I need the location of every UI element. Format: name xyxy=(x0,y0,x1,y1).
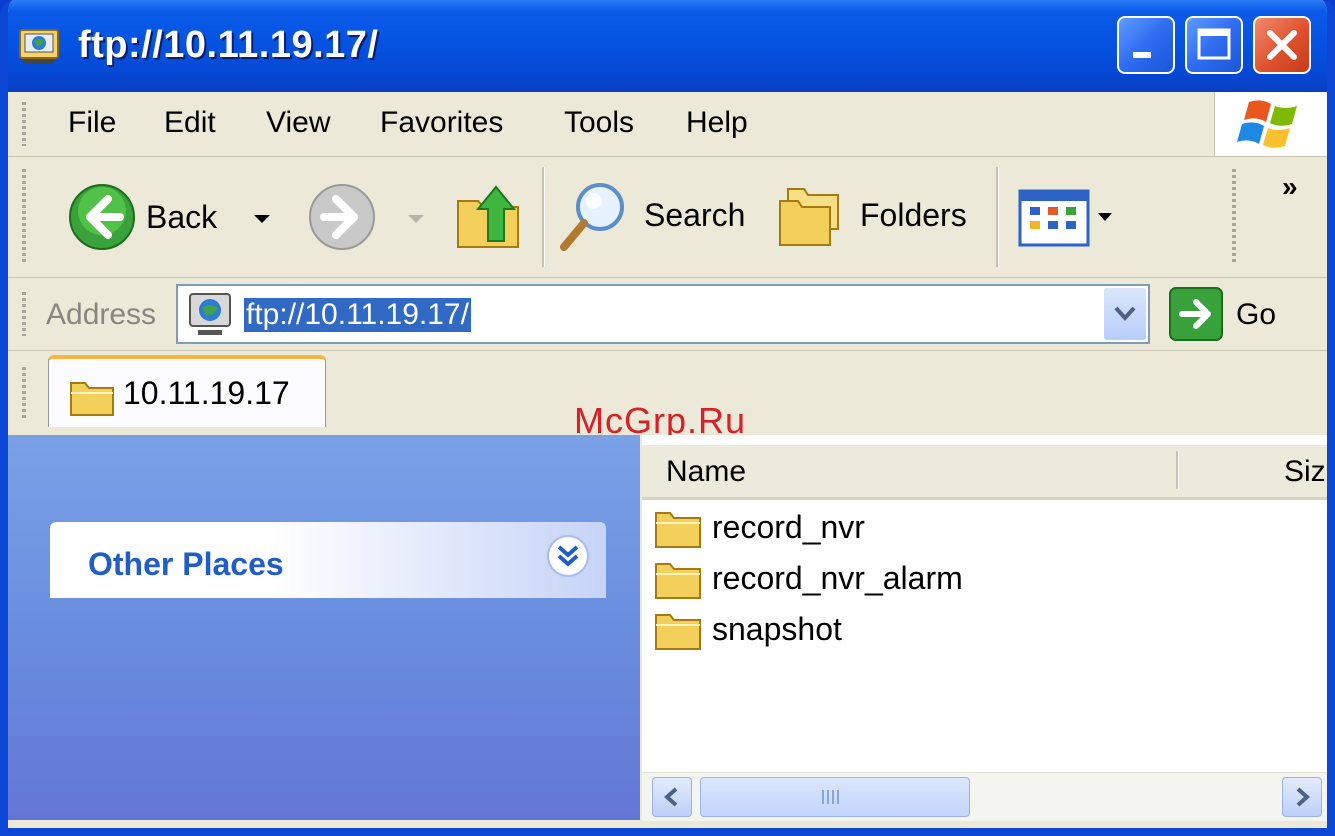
chevron-down-icon xyxy=(1114,306,1136,321)
menu-file[interactable]: File xyxy=(68,106,116,140)
chevron-double-down-icon[interactable] xyxy=(546,534,590,578)
address-bar: Address ftp://10.11.19.17/ Go xyxy=(8,278,1327,351)
task-pane: Other Places xyxy=(8,435,640,820)
folder-icon xyxy=(655,563,701,599)
tab-10-11-19-17[interactable]: 10.11.19.17 xyxy=(48,355,326,427)
ftp-site-icon xyxy=(189,293,231,335)
explorer-window: ftp://10.11.19.17/ File Edit View Favori… xyxy=(0,0,1335,836)
address-grip[interactable] xyxy=(22,292,26,336)
column-size-header[interactable]: Siz xyxy=(1284,455,1326,489)
forward-button[interactable] xyxy=(304,181,434,253)
windows-flag-icon xyxy=(1237,100,1297,148)
tab-label: 10.11.19.17 xyxy=(123,375,290,411)
toolbar-grip-2[interactable] xyxy=(1232,169,1236,265)
tab-grip[interactable] xyxy=(22,367,26,419)
close-button[interactable] xyxy=(1253,16,1311,74)
column-header: Name Siz xyxy=(642,445,1327,500)
folder-icon xyxy=(655,614,701,650)
search-icon xyxy=(560,183,624,251)
address-label: Address xyxy=(46,298,157,331)
folder-icon xyxy=(655,512,701,548)
folders-label: Folders xyxy=(860,197,967,233)
toolbar-overflow-chevron[interactable]: » xyxy=(1282,171,1298,203)
folders-button[interactable]: Folders xyxy=(776,179,976,255)
back-label: Back xyxy=(146,199,218,235)
views-icon xyxy=(1018,189,1112,247)
other-places-panel[interactable]: Other Places xyxy=(50,522,606,598)
back-arrow-icon xyxy=(69,184,135,250)
maximize-button[interactable] xyxy=(1185,16,1243,74)
menu-edit[interactable]: Edit xyxy=(164,106,216,140)
chevron-right-icon xyxy=(1296,787,1311,807)
folder-icon xyxy=(70,382,114,416)
address-dropdown-button[interactable] xyxy=(1104,288,1146,340)
file-name: record_nvr xyxy=(712,509,865,545)
menu-help[interactable]: Help xyxy=(686,106,748,140)
toolbar-grip[interactable] xyxy=(22,169,26,265)
go-arrow-icon xyxy=(1169,287,1223,341)
address-input[interactable]: ftp://10.11.19.17/ xyxy=(176,284,1150,344)
menu-favorites[interactable]: Favorites xyxy=(380,106,503,140)
folders-icon xyxy=(779,188,839,246)
toolbar-separator xyxy=(542,167,545,267)
up-folder-icon xyxy=(457,185,519,248)
minimize-icon xyxy=(1133,52,1151,58)
chevron-left-icon xyxy=(663,787,678,807)
address-text[interactable]: ftp://10.11.19.17/ xyxy=(244,298,471,332)
title-bar[interactable]: ftp://10.11.19.17/ xyxy=(8,0,1327,92)
back-dropdown-icon[interactable] xyxy=(252,209,272,229)
go-label: Go xyxy=(1236,298,1277,331)
back-button[interactable]: Back xyxy=(64,181,274,253)
horizontal-scrollbar[interactable] xyxy=(642,772,1327,821)
minimize-button[interactable] xyxy=(1117,16,1175,74)
column-divider[interactable] xyxy=(1176,451,1179,489)
other-places-title[interactable]: Other Places xyxy=(88,546,284,583)
window-title: ftp://10.11.19.17/ xyxy=(78,24,379,66)
standard-toolbar: Back Search Folders » xyxy=(8,157,1327,278)
forward-arrow-icon xyxy=(309,184,375,250)
file-name: record_nvr_alarm xyxy=(712,560,963,596)
grip-lines-icon xyxy=(822,790,839,804)
menu-bar: File Edit View Favorites Tools Help xyxy=(8,92,1327,157)
menu-tools[interactable]: Tools xyxy=(564,106,634,140)
search-label: Search xyxy=(644,197,746,233)
up-folder-button[interactable] xyxy=(452,179,528,255)
forward-dropdown-icon xyxy=(408,215,424,223)
windows-logo xyxy=(1214,92,1327,156)
scroll-right-button[interactable] xyxy=(1282,777,1322,817)
scroll-left-button[interactable] xyxy=(652,777,692,817)
column-name-header[interactable]: Name xyxy=(666,455,746,489)
toolbar-separator xyxy=(996,167,999,267)
search-button[interactable]: Search xyxy=(556,179,750,255)
file-name: snapshot xyxy=(712,611,842,647)
maximize-icon xyxy=(1197,28,1231,60)
close-icon xyxy=(1267,30,1297,60)
go-button[interactable] xyxy=(1168,286,1298,344)
menu-view[interactable]: View xyxy=(266,106,330,140)
ftp-folder-icon xyxy=(19,29,59,64)
scroll-thumb[interactable] xyxy=(700,777,970,817)
file-list: Name Siz record_nvr record_nvr_alarm sna… xyxy=(642,435,1327,821)
menu-grip[interactable] xyxy=(22,102,26,146)
views-button[interactable] xyxy=(1016,187,1120,249)
